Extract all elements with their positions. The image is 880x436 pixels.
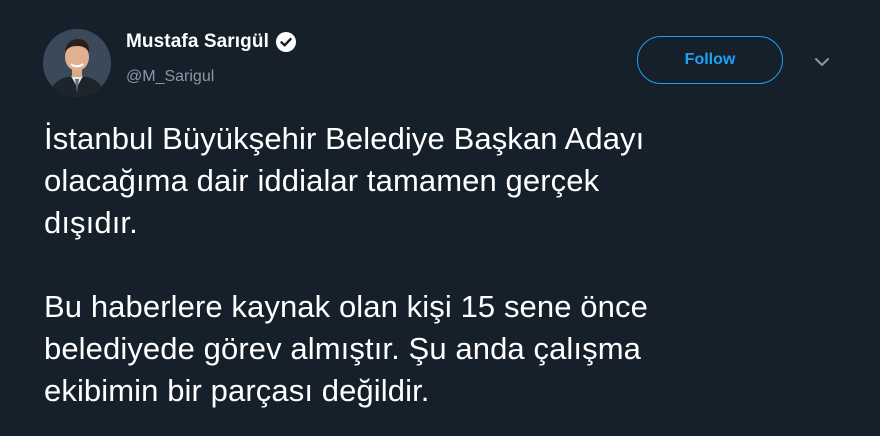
tweet-text: İstanbul Büyükşehir Belediye Başkan Aday…: [44, 118, 864, 412]
tweet-paragraph-1: İstanbul Büyükşehir Belediye Başkan Aday…: [44, 118, 864, 244]
tweet-line: İstanbul Büyükşehir Belediye Başkan Aday…: [44, 121, 645, 156]
more-options-button[interactable]: [810, 52, 834, 72]
chevron-down-icon: [815, 58, 829, 66]
tweet-line: olacağıma dair iddialar tamamen gerçek: [44, 163, 600, 198]
avatar-image: [43, 29, 111, 97]
tweet-line: belediyede görev almıştır. Şu anda çalış…: [44, 331, 641, 366]
follow-button[interactable]: Follow: [637, 36, 783, 84]
tweet-paragraph-2: Bu haberlere kaynak olan kişi 15 sene ön…: [44, 286, 864, 412]
tweet-line: Bu haberlere kaynak olan kişi 15 sene ön…: [44, 289, 648, 324]
verified-badge-icon: [275, 31, 297, 53]
author-display-name[interactable]: Mustafa Sarıgül: [126, 31, 269, 53]
tweet-line: ekibimin bir parçası değildir.: [44, 373, 430, 408]
author-handle[interactable]: @M_Sarigul: [126, 68, 214, 86]
tweet-line: dışıdır.: [44, 205, 138, 240]
avatar[interactable]: [43, 29, 111, 97]
author-name-row: Mustafa Sarıgül: [126, 31, 297, 53]
tweet-card: Mustafa Sarıgül @M_Sarigul Follow İstanb…: [0, 0, 880, 436]
